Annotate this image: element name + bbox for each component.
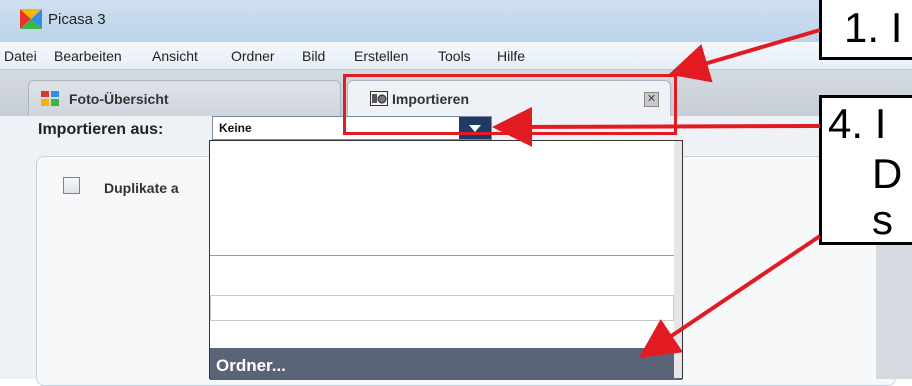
arrow-to-dropdown-button (492, 106, 821, 147)
arrow-to-import-tab (668, 28, 821, 83)
arrow-to-ordner-option (638, 234, 822, 358)
annotation-arrows (492, 28, 822, 358)
